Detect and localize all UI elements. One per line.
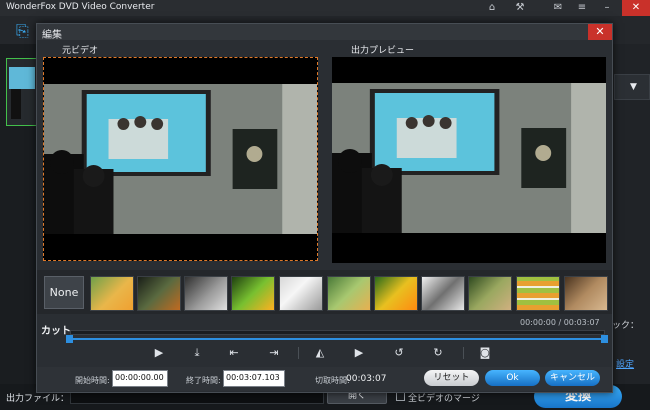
filter-thumbnail[interactable] (184, 276, 228, 311)
filter-thumbnail[interactable] (516, 276, 560, 311)
cancel-button[interactable]: キャンセル (545, 370, 600, 386)
filter-thumbnail[interactable] (327, 276, 371, 311)
add-file-icon[interactable]: ⎘ (16, 22, 36, 40)
window-close-button[interactable]: ✕ (622, 0, 650, 16)
camera-icon[interactable]: ◙ (477, 346, 493, 360)
chevron-down-icon[interactable]: ▼ (630, 82, 642, 92)
file-thumbnail[interactable] (6, 58, 38, 126)
video-scene-image (332, 83, 606, 233)
start-time-label: 開始時間: (75, 376, 110, 385)
filter-thumbnail[interactable] (137, 276, 181, 311)
timeline-track[interactable] (70, 330, 605, 335)
home-icon[interactable]: ⌂ (482, 1, 502, 15)
flip-horizontal-icon[interactable]: ◭ (312, 346, 328, 360)
settings-link[interactable]: 設定 (616, 357, 634, 370)
filter-thumbnail[interactable] (231, 276, 275, 311)
tools-icon[interactable]: ⚒ (510, 1, 530, 15)
chat-icon[interactable]: ✉ (548, 1, 568, 15)
dialog-title: 編集 (42, 30, 62, 41)
end-time-input[interactable]: 00:03:07.103 (223, 370, 285, 387)
start-time-input[interactable]: 00:00:00.00 (112, 370, 168, 387)
original-video-frame[interactable] (43, 57, 318, 261)
cut-range-bar (70, 338, 605, 340)
mark-end-icon[interactable]: ⇥ (266, 346, 282, 360)
ok-button[interactable]: Ok (485, 370, 540, 386)
cut-start-handle[interactable] (66, 335, 73, 343)
toolbar-divider (298, 347, 299, 359)
app-title: WonderFox DVD Video Converter (6, 2, 155, 12)
filter-thumbnail[interactable] (564, 276, 608, 311)
filter-thumbnail[interactable] (279, 276, 323, 311)
end-time-label: 終了時間: (186, 376, 221, 385)
duration-label: 切取時間: (315, 376, 350, 385)
right-panel-text: ック： (612, 321, 640, 331)
filter-thumbnail[interactable] (468, 276, 512, 311)
mark-start-icon[interactable]: ⇤ (226, 346, 242, 360)
toolbar-divider (463, 347, 464, 359)
cut-end-handle[interactable] (601, 335, 608, 343)
video-scene-image (44, 84, 317, 234)
filter-thumbnail[interactable] (421, 276, 465, 311)
flip-vertical-icon[interactable]: ▶ (351, 346, 367, 360)
dialog-titlebar (37, 24, 612, 40)
minimize-icon[interactable]: – (597, 1, 617, 15)
output-preview-label: 出力プレビュー (351, 46, 415, 56)
output-preview-frame (332, 57, 606, 263)
merge-checkbox[interactable] (396, 392, 405, 401)
original-video-label: 元ビデオ (62, 46, 99, 56)
go-to-end-icon[interactable]: ⤓ (189, 346, 205, 360)
play-icon[interactable]: ▶ (151, 346, 167, 360)
rotate-left-icon[interactable]: ↺ (391, 346, 407, 360)
menu-icon[interactable]: ≡ (572, 1, 592, 15)
duration-value: 00:03:07 (346, 374, 387, 384)
reset-button[interactable]: リセット (424, 370, 479, 386)
filter-thumbnail[interactable] (374, 276, 418, 311)
filter-none-button[interactable]: None (44, 276, 84, 309)
time-readout: 00:00:00 / 00:03:07 (520, 318, 600, 327)
rotate-right-icon[interactable]: ↻ (430, 346, 446, 360)
dialog-close-button[interactable]: ✕ (588, 24, 612, 40)
filter-thumbnail[interactable] (90, 276, 134, 311)
